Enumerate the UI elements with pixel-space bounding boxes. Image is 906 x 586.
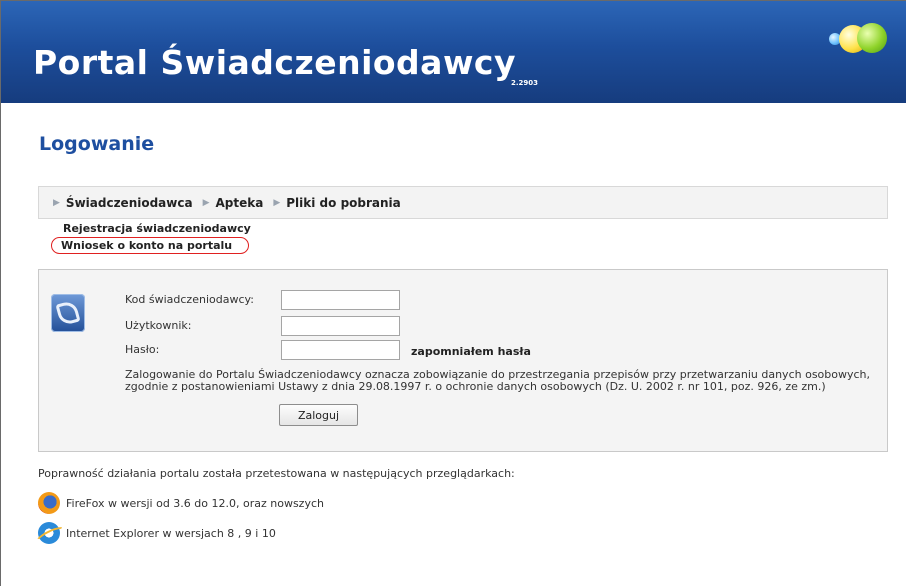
password-input[interactable] (281, 340, 400, 360)
nav-item-apteka[interactable]: ▶ Apteka (203, 196, 274, 210)
nav-item-label: Świadczeniodawca (65, 195, 193, 210)
portal-header: Portal Świadczeniodawcy 2.2903 (1, 1, 906, 103)
logo-bubbles-icon (825, 19, 895, 63)
page-frame: Portal Świadczeniodawcy 2.2903 Logowanie… (0, 0, 906, 586)
main-nav-bar: ▶ Świadczeniodawca ▶ Apteka ▶ Pliki do p… (38, 186, 888, 219)
submenu-item-rejestracja[interactable]: Rejestracja świadczeniodawcy (53, 220, 251, 237)
page-title: Logowanie (39, 133, 155, 155)
browser-item-firefox: FireFox w wersji od 3.6 do 12.0, oraz no… (38, 492, 324, 514)
key-shape (55, 299, 81, 327)
password-label: Hasło: (125, 343, 160, 356)
login-key-icon (51, 294, 85, 332)
user-input[interactable] (281, 316, 400, 336)
firefox-icon (38, 492, 60, 514)
browser-text: Internet Explorer w wersjach 8 , 9 i 10 (66, 526, 276, 540)
login-button[interactable]: Zaloguj (279, 404, 358, 426)
login-form: Kod świadczeniodawcy: Użytkownik: Hasło:… (38, 269, 888, 452)
forgot-password-link[interactable]: zapomniałem hasła (411, 345, 531, 358)
nav-item-label: Apteka (215, 195, 264, 210)
swiadczeniodawca-submenu: Rejestracja świadczeniodawcy Wniosek o k… (51, 220, 251, 254)
portal-title-text: Portal Świadczeniodawcy (33, 43, 517, 82)
submenu-item-wniosek[interactable]: Wniosek o konto na portalu (51, 237, 249, 254)
user-label: Użytkownik: (125, 319, 192, 332)
nav-item-pliki[interactable]: ▶ Pliki do pobrania (273, 196, 410, 210)
browsers-intro-text: Poprawność działania portalu została prz… (38, 467, 515, 480)
internet-explorer-icon (38, 522, 60, 544)
nav-arrow-icon: ▶ (53, 197, 60, 208)
nav-item-label: Pliki do pobrania (286, 195, 401, 210)
nav-arrow-icon: ▶ (273, 197, 281, 208)
legal-notice: Zalogowanie do Portalu Świadczeniodawcy … (125, 368, 871, 393)
nav-item-swiadczeniodawca[interactable]: ▶ Świadczeniodawca (53, 196, 203, 210)
code-label: Kod świadczeniodawcy: (125, 293, 254, 306)
code-input[interactable] (281, 290, 400, 310)
green-bubble-icon (857, 23, 887, 53)
version-label: 2.2903 (511, 79, 539, 87)
browser-item-ie: Internet Explorer w wersjach 8 , 9 i 10 (38, 522, 276, 544)
browser-text: FireFox w wersji od 3.6 do 12.0, oraz no… (66, 496, 324, 510)
portal-title: Portal Świadczeniodawcy (33, 43, 516, 82)
nav-arrow-icon: ▶ (202, 197, 210, 208)
